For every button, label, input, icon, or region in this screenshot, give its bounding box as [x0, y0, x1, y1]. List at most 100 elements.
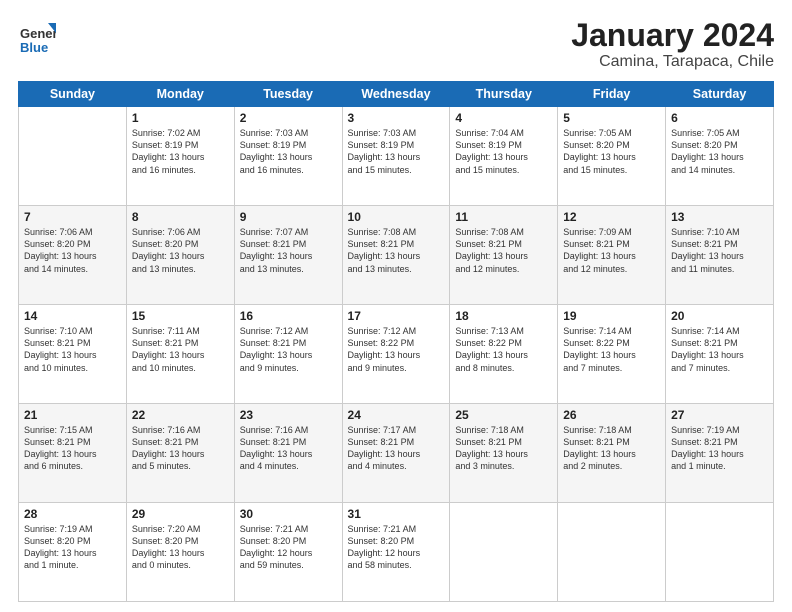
day-number: 30 [240, 507, 337, 521]
day-number: 1 [132, 111, 229, 125]
day-number: 22 [132, 408, 229, 422]
calendar-cell: 3 Sunrise: 7:03 AMSunset: 8:19 PMDaylight… [342, 107, 450, 206]
day-number: 9 [240, 210, 337, 224]
cell-info: Sunrise: 7:14 AMSunset: 8:22 PMDaylight:… [563, 325, 660, 374]
cell-info: Sunrise: 7:17 AMSunset: 8:21 PMDaylight:… [348, 424, 445, 473]
cell-info: Sunrise: 7:05 AMSunset: 8:20 PMDaylight:… [671, 127, 768, 176]
cell-info: Sunrise: 7:12 AMSunset: 8:21 PMDaylight:… [240, 325, 337, 374]
cell-info: Sunrise: 7:21 AMSunset: 8:20 PMDaylight:… [348, 523, 445, 572]
calendar-cell: 15 Sunrise: 7:11 AMSunset: 8:21 PMDayligh… [126, 305, 234, 404]
day-number: 27 [671, 408, 768, 422]
calendar-cell: 8 Sunrise: 7:06 AMSunset: 8:20 PMDaylight… [126, 206, 234, 305]
calendar-cell: 1 Sunrise: 7:02 AMSunset: 8:19 PMDaylight… [126, 107, 234, 206]
day-number: 11 [455, 210, 552, 224]
calendar-cell: 10Sunrise: 7:08 AMSunset: 8:21 PMDayligh… [342, 206, 450, 305]
cell-info: Sunrise: 7:16 AMSunset: 8:21 PMDaylight:… [240, 424, 337, 473]
calendar-cell: 11 Sunrise: 7:08 AMSunset: 8:21 PMDayligh… [450, 206, 558, 305]
calendar-cell: 29 Sunrise: 7:20 AMSunset: 8:20 PMDayligh… [126, 503, 234, 602]
svg-text:General: General [20, 26, 56, 41]
day-of-week-header: Tuesday [234, 82, 342, 107]
calendar-cell: 9 Sunrise: 7:07 AMSunset: 8:21 PMDaylight… [234, 206, 342, 305]
title-location: Camina, Tarapaca, Chile [571, 53, 774, 71]
calendar-cell: 16 Sunrise: 7:12 AMSunset: 8:21 PMDayligh… [234, 305, 342, 404]
day-number: 18 [455, 309, 552, 323]
cell-info: Sunrise: 7:06 AMSunset: 8:20 PMDaylight:… [132, 226, 229, 275]
cell-info: Sunrise: 7:06 AMSunset: 8:20 PMDaylight:… [24, 226, 121, 275]
logo: General Blue [18, 18, 58, 56]
day-number: 29 [132, 507, 229, 521]
day-number: 28 [24, 507, 121, 521]
calendar-cell: 5 Sunrise: 7:05 AMSunset: 8:20 PMDaylight… [558, 107, 666, 206]
day-of-week-header: Sunday [19, 82, 127, 107]
cell-info: Sunrise: 7:14 AMSunset: 8:21 PMDaylight:… [671, 325, 768, 374]
calendar-cell: 20 Sunrise: 7:14 AMSunset: 8:21 PMDayligh… [666, 305, 774, 404]
calendar-cell: 22 Sunrise: 7:16 AMSunset: 8:21 PMDayligh… [126, 404, 234, 503]
calendar-cell: 4Sunrise: 7:04 AMSunset: 8:19 PMDaylight… [450, 107, 558, 206]
day-number: 17 [348, 309, 445, 323]
day-of-week-header: Friday [558, 82, 666, 107]
day-number: 7 [24, 210, 121, 224]
day-number: 15 [132, 309, 229, 323]
day-number: 19 [563, 309, 660, 323]
cell-info: Sunrise: 7:20 AMSunset: 8:20 PMDaylight:… [132, 523, 229, 572]
day-number: 2 [240, 111, 337, 125]
day-number: 23 [240, 408, 337, 422]
calendar-cell: 18 Sunrise: 7:13 AMSunset: 8:22 PMDayligh… [450, 305, 558, 404]
header: General Blue January 2024 Camina, Tarapa… [18, 18, 774, 71]
calendar-cell: 2 Sunrise: 7:03 AMSunset: 8:19 PMDaylight… [234, 107, 342, 206]
cell-info: Sunrise: 7:13 AMSunset: 8:22 PMDaylight:… [455, 325, 552, 374]
day-number: 16 [240, 309, 337, 323]
calendar-cell: 24 Sunrise: 7:17 AMSunset: 8:21 PMDayligh… [342, 404, 450, 503]
logo-icon: General Blue [18, 18, 56, 56]
day-number: 8 [132, 210, 229, 224]
calendar-cell: 23 Sunrise: 7:16 AMSunset: 8:21 PMDayligh… [234, 404, 342, 503]
calendar-cell: 26Sunrise: 7:18 AMSunset: 8:21 PMDayligh… [558, 404, 666, 503]
day-number: 4 [455, 111, 552, 125]
cell-info: Sunrise: 7:11 AMSunset: 8:21 PMDaylight:… [132, 325, 229, 374]
day-number: 20 [671, 309, 768, 323]
cell-info: Sunrise: 7:19 AMSunset: 8:21 PMDaylight:… [671, 424, 768, 473]
cell-info: Sunrise: 7:10 AMSunset: 8:21 PMDaylight:… [671, 226, 768, 275]
calendar-cell: 13 Sunrise: 7:10 AMSunset: 8:21 PMDayligh… [666, 206, 774, 305]
calendar-cell [666, 503, 774, 602]
day-number: 31 [348, 507, 445, 521]
calendar-cell [558, 503, 666, 602]
cell-info: Sunrise: 7:02 AMSunset: 8:19 PMDaylight:… [132, 127, 229, 176]
day-number: 24 [348, 408, 445, 422]
cell-info: Sunrise: 7:03 AMSunset: 8:19 PMDaylight:… [240, 127, 337, 176]
cell-info: Sunrise: 7:08 AMSunset: 8:21 PMDaylight:… [348, 226, 445, 275]
calendar-cell [19, 107, 127, 206]
cell-info: Sunrise: 7:07 AMSunset: 8:21 PMDaylight:… [240, 226, 337, 275]
svg-text:Blue: Blue [20, 40, 48, 55]
day-number: 5 [563, 111, 660, 125]
day-number: 21 [24, 408, 121, 422]
day-number: 26 [563, 408, 660, 422]
cell-info: Sunrise: 7:08 AMSunset: 8:21 PMDaylight:… [455, 226, 552, 275]
day-number: 25 [455, 408, 552, 422]
day-number: 13 [671, 210, 768, 224]
day-number: 3 [348, 111, 445, 125]
cell-info: Sunrise: 7:21 AMSunset: 8:20 PMDaylight:… [240, 523, 337, 572]
day-of-week-header: Wednesday [342, 82, 450, 107]
calendar-table: SundayMondayTuesdayWednesdayThursdayFrid… [18, 81, 774, 602]
cell-info: Sunrise: 7:16 AMSunset: 8:21 PMDaylight:… [132, 424, 229, 473]
day-of-week-header: Thursday [450, 82, 558, 107]
calendar-cell: 17 Sunrise: 7:12 AMSunset: 8:22 PMDayligh… [342, 305, 450, 404]
cell-info: Sunrise: 7:09 AMSunset: 8:21 PMDaylight:… [563, 226, 660, 275]
calendar-cell: 25Sunrise: 7:18 AMSunset: 8:21 PMDayligh… [450, 404, 558, 503]
calendar-cell: 6 Sunrise: 7:05 AMSunset: 8:20 PMDaylight… [666, 107, 774, 206]
day-number: 14 [24, 309, 121, 323]
cell-info: Sunrise: 7:19 AMSunset: 8:20 PMDaylight:… [24, 523, 121, 572]
calendar-cell: 14Sunrise: 7:10 AMSunset: 8:21 PMDayligh… [19, 305, 127, 404]
calendar-cell: 7 Sunrise: 7:06 AMSunset: 8:20 PMDaylight… [19, 206, 127, 305]
cell-info: Sunrise: 7:05 AMSunset: 8:20 PMDaylight:… [563, 127, 660, 176]
cell-info: Sunrise: 7:12 AMSunset: 8:22 PMDaylight:… [348, 325, 445, 374]
calendar-cell [450, 503, 558, 602]
calendar-cell: 30 Sunrise: 7:21 AMSunset: 8:20 PMDayligh… [234, 503, 342, 602]
day-number: 6 [671, 111, 768, 125]
calendar-cell: 21Sunrise: 7:15 AMSunset: 8:21 PMDayligh… [19, 404, 127, 503]
day-number: 12 [563, 210, 660, 224]
page: General Blue January 2024 Camina, Tarapa… [0, 0, 792, 612]
cell-info: Sunrise: 7:03 AMSunset: 8:19 PMDaylight:… [348, 127, 445, 176]
day-of-week-header: Monday [126, 82, 234, 107]
